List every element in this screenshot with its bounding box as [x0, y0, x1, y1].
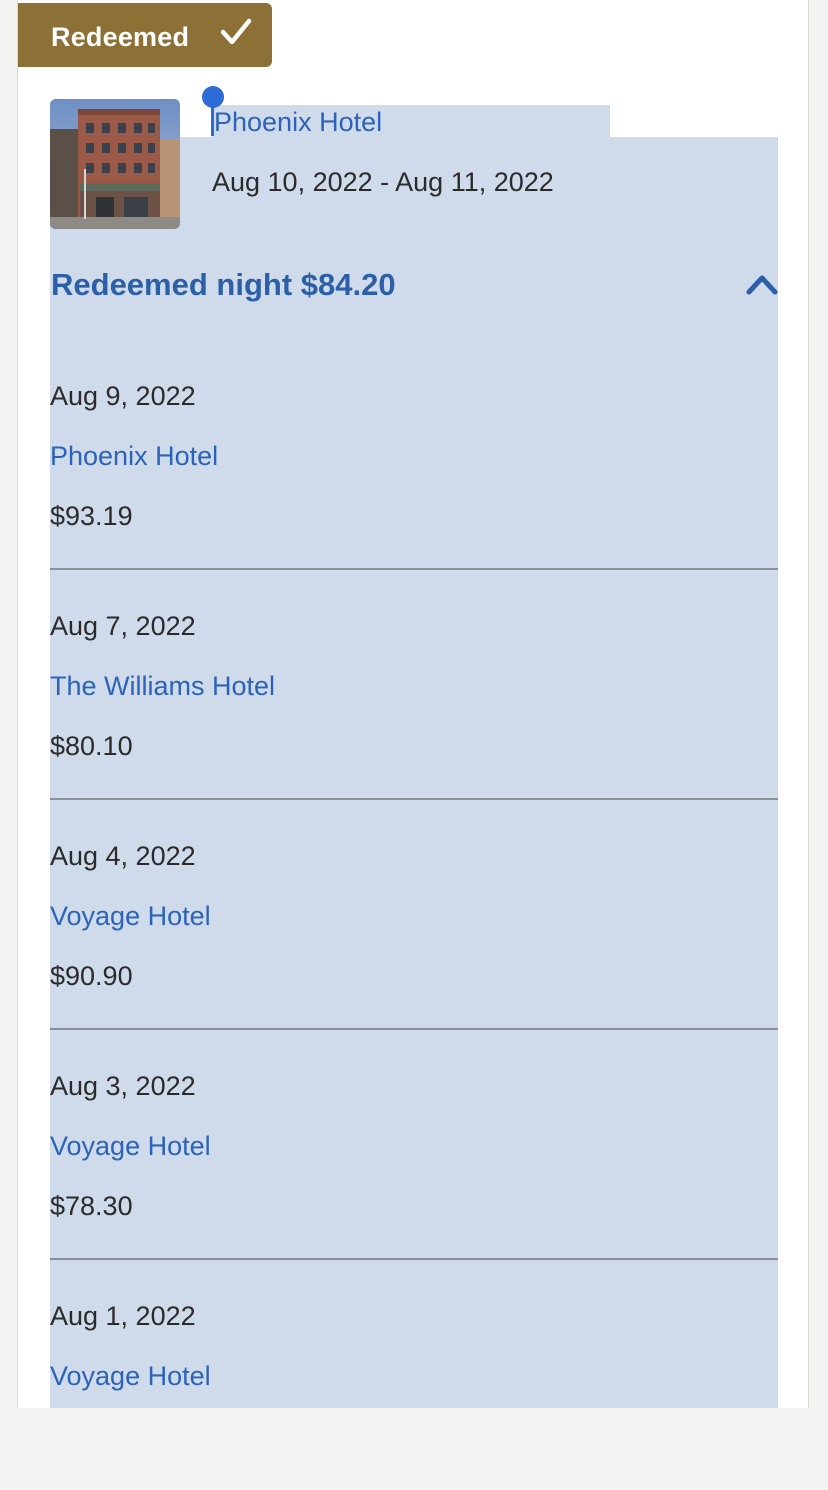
night-date: Aug 7, 2022 [50, 611, 196, 641]
night-date: Aug 1, 2022 [50, 1301, 196, 1331]
night-price: $80.10 [50, 731, 133, 761]
night-hotel-link[interactable]: Voyage Hotel [50, 1130, 211, 1162]
night-price: $78.30 [50, 1191, 133, 1221]
night-price: $90.90 [50, 961, 133, 991]
list-item: Aug 4, 2022 Voyage Hotel $90.90 [50, 800, 778, 1030]
night-hotel-link[interactable]: The Williams Hotel [50, 670, 275, 702]
night-hotel-link[interactable]: Phoenix Hotel [50, 440, 218, 472]
night-hotel-link[interactable]: Voyage Hotel [50, 900, 211, 932]
check-icon [220, 18, 252, 45]
redeemed-badge: Redeemed [18, 3, 272, 67]
night-date: Aug 3, 2022 [50, 1071, 196, 1101]
list-item: Aug 3, 2022 Voyage Hotel $78.30 [50, 1030, 778, 1260]
night-price: $93.19 [50, 501, 133, 531]
redeemed-night-toggle[interactable]: Redeemed night $84.20 [50, 265, 778, 305]
list-item: Aug 1, 2022 Voyage Hotel [50, 1260, 778, 1490]
redeemed-night-label: Redeemed night $84.20 [51, 267, 396, 302]
badge-label: Redeemed [51, 22, 190, 52]
night-date: Aug 4, 2022 [50, 841, 196, 871]
hotel-photo [50, 99, 180, 229]
selection-handle-knob[interactable] [202, 86, 224, 108]
redeemed-nights-list: Aug 9, 2022 Phoenix Hotel $93.19 Aug 7, … [50, 340, 778, 1490]
list-item: Aug 9, 2022 Phoenix Hotel $93.19 [50, 340, 778, 570]
chevron-up-icon[interactable] [746, 271, 778, 297]
night-hotel-link[interactable]: Voyage Hotel [50, 1360, 211, 1392]
hotel-thumbnail[interactable] [50, 99, 180, 229]
stay-dates: Aug 10, 2022 - Aug 11, 2022 [212, 167, 554, 197]
night-date: Aug 9, 2022 [50, 381, 196, 411]
hotel-name-link[interactable]: Phoenix Hotel [214, 106, 382, 138]
list-item: Aug 7, 2022 The Williams Hotel $80.10 [50, 570, 778, 800]
